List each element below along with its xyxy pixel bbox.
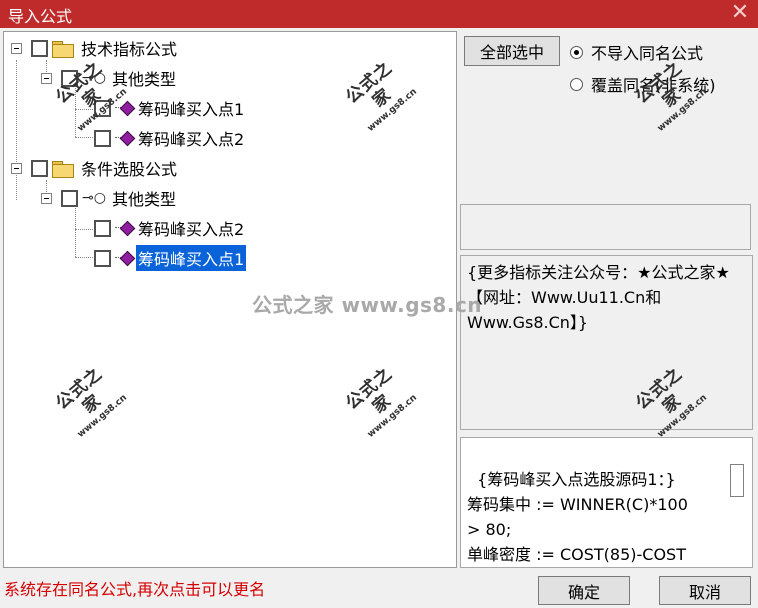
item-checkbox[interactable] [94,99,111,117]
tree-item[interactable]: 筹码峰买入点2 [94,215,246,241]
radio-no-import-same-name[interactable]: 不导入同名公式 [570,40,703,64]
cancel-button[interactable]: 取消 [659,576,751,605]
formula-gem-icon [115,130,133,146]
key-icon: ⊸○ [82,190,106,206]
formula-gem-icon [115,100,133,116]
folder-icon [52,40,74,58]
select-all-button[interactable]: 全部选中 [464,36,560,66]
close-icon[interactable]: ✕ [730,1,750,25]
tree-expander-minus-icon[interactable] [11,162,22,174]
name-field[interactable] [460,204,751,250]
item-checkbox[interactable] [94,129,111,147]
tree-item[interactable]: 筹码峰买入点1 [94,95,246,121]
tree-item-label: 筹码峰买入点1 [136,245,247,271]
group-checkbox[interactable] [31,159,48,177]
radio-button[interactable] [570,77,583,91]
item-checkbox[interactable] [94,249,111,267]
tree-category-label: 其他类型 [112,70,177,89]
tree-group-stock-selection[interactable]: 条件选股公式 [11,155,179,181]
tree-item-label: 筹码峰买入点1 [138,100,245,119]
tree-group-label: 条件选股公式 [81,160,178,179]
category-checkbox[interactable] [61,69,78,87]
tree-connector [75,257,95,258]
tree-item-selected[interactable]: 筹码峰买入点1 [94,245,247,271]
tree-expander-minus-icon[interactable] [11,42,22,54]
scrollbar-thumb[interactable] [730,464,744,497]
tree-category[interactable]: ⊸○ 其他类型 [41,185,178,211]
formula-gem-icon [115,220,133,236]
category-checkbox[interactable] [61,189,78,207]
status-message: 系统存在同名公式,再次点击可以更名 [4,580,266,599]
tree-item[interactable]: 筹码峰买入点2 [94,125,246,151]
tree-group-label: 技术指标公式 [81,40,178,59]
tree-group-technical-indicators[interactable]: 技术指标公式 [11,35,179,61]
radio-overwrite-same-name[interactable]: 覆盖同名(非系统) [570,72,716,96]
tree-connector [75,229,95,230]
key-icon: ⊸○ [82,70,106,86]
tree-item-label: 筹码峰买入点2 [138,220,245,239]
group-checkbox[interactable] [31,39,48,57]
tree-expander-minus-icon[interactable] [41,72,52,84]
ok-button[interactable]: 确定 [538,576,630,605]
source-code-text: {筹码峰买入点选股源码1：} 筹码集中 := WINNER(C)*100 > 8… [467,470,688,564]
folder-icon [52,160,74,178]
formula-gem-icon [115,250,133,266]
title-bar: 导入公式 ✕ [0,0,758,28]
tree-category[interactable]: ⊸○ 其他类型 [41,65,178,91]
watermark-center: 公式之家 www.gs8.cn [252,293,483,317]
tree-category-label: 其他类型 [112,190,177,209]
tree-item-label: 筹码峰买入点2 [138,130,245,149]
formula-description: {更多指标关注公众号：★公式之家★【网址：Www.Uu11.Cn和Www.Gs8… [460,255,753,430]
radio-label: 覆盖同名(非系统) [591,76,716,95]
item-checkbox[interactable] [94,219,111,237]
tree-connector [75,109,95,110]
tree-connector [75,88,76,137]
radio-label: 不导入同名公式 [591,44,704,63]
tree-connector [75,208,76,257]
window-title: 导入公式 [8,7,73,26]
tree-expander-minus-icon[interactable] [41,192,52,204]
tree-connector [75,137,95,138]
radio-button-selected[interactable] [570,45,583,59]
formula-source-code[interactable]: {筹码峰买入点选股源码1：} 筹码集中 := WINNER(C)*100 > 8… [460,437,753,568]
